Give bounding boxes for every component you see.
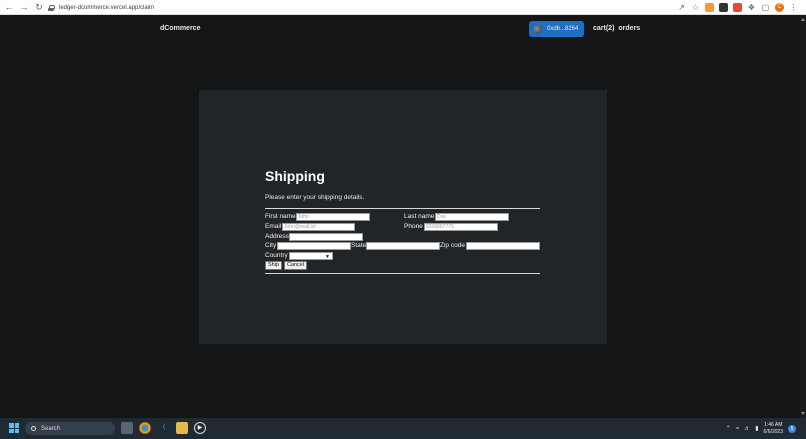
brand-logo-text[interactable]: dCommerce — [160, 25, 200, 32]
volume-icon[interactable]: ♬ — [744, 426, 750, 432]
clock[interactable]: 1:46 AM 6/6/2023 — [764, 422, 783, 436]
taskbar: Search ⟨ ▶ ⌃ ≈ ♬ ▮ 1:46 AM 6/6/2023 5 — [0, 418, 806, 439]
city-input[interactable] — [277, 242, 351, 250]
country-label: Country — [265, 252, 288, 259]
address-label: Address — [265, 233, 289, 240]
divider — [265, 208, 540, 209]
chevron-down-icon: ▼ — [325, 254, 330, 260]
wallet-button[interactable]: 0xdb...8264 — [529, 21, 584, 37]
extension-icon[interactable] — [719, 3, 728, 12]
metamask-extension-icon[interactable] — [705, 3, 714, 12]
email-input[interactable] — [282, 223, 355, 231]
back-icon[interactable]: ← — [3, 1, 15, 13]
phone-label: Phone — [404, 223, 423, 230]
orders-link[interactable]: orders — [618, 25, 640, 32]
scroll-down-icon[interactable] — [801, 412, 805, 415]
puzzle-extensions-icon[interactable]: ❖ — [747, 3, 756, 12]
state-input[interactable] — [366, 242, 440, 250]
wallet-address: 0xdb...8264 — [547, 26, 579, 32]
wifi-icon[interactable]: ≈ — [736, 426, 739, 432]
city-label: City — [265, 242, 277, 249]
chevron-up-icon[interactable]: ⌃ — [726, 425, 731, 432]
address-input[interactable] — [289, 233, 363, 241]
first-name-input[interactable] — [296, 213, 370, 221]
lock-icon — [48, 4, 55, 11]
address-bar-url[interactable]: ledger-dcommerce.vercel.app/claim — [59, 5, 154, 11]
file-explorer-app-icon[interactable] — [176, 422, 188, 434]
side-panel-icon[interactable]: ▢ — [761, 3, 770, 12]
chrome-app-icon[interactable] — [139, 422, 151, 434]
vscode-app-icon[interactable]: ⟨ — [158, 422, 170, 434]
email-label: Email — [265, 223, 282, 230]
browser-toolbar: ← → ↻ ledger-dcommerce.vercel.app/claim … — [0, 0, 806, 15]
divider — [265, 273, 540, 274]
kebab-menu-icon[interactable]: ⋮ — [789, 3, 798, 12]
extension-icon[interactable] — [733, 3, 742, 12]
clock-time: 1:46 AM — [764, 421, 783, 428]
country-select[interactable]: ▼ — [289, 252, 333, 260]
zip-code-input[interactable] — [466, 242, 540, 250]
phone-input[interactable] — [424, 223, 498, 231]
first-name-label: First name — [265, 213, 296, 220]
system-tray: ⌃ ≈ ♬ ▮ 1:46 AM 6/6/2023 5 — [726, 421, 796, 436]
reload-icon[interactable]: ↻ — [33, 1, 45, 13]
zip-code-label: Zip code — [440, 242, 465, 249]
ship-button[interactable]: Ship — [265, 261, 282, 270]
wallet-avatar-icon — [533, 24, 542, 34]
bookmark-star-icon[interactable]: ☆ — [691, 3, 700, 12]
clock-date: 6/6/2023 — [763, 428, 783, 435]
search-icon — [31, 426, 36, 431]
battery-icon[interactable]: ▮ — [755, 425, 758, 432]
taskbar-search-label: Search — [41, 425, 61, 432]
cancel-button[interactable]: Cancel — [284, 261, 307, 270]
page-scrollbar[interactable] — [800, 15, 806, 418]
profile-avatar[interactable]: C — [775, 3, 784, 12]
last-name-input[interactable] — [435, 213, 509, 221]
last-name-label: Last name — [404, 213, 435, 220]
notification-badge[interactable]: 5 — [788, 424, 796, 433]
browser-toolbar-right: ↗ ☆ ❖ ▢ C ⋮ — [677, 2, 798, 13]
cart-link[interactable]: cart(2) — [593, 25, 614, 32]
top-nav: cart(2) orders — [593, 25, 640, 32]
state-label: State — [351, 242, 367, 249]
page-subtitle: Please enter your shipping details. — [265, 194, 365, 201]
media-player-app-icon[interactable]: ▶ — [194, 422, 206, 434]
forward-icon[interactable]: → — [18, 1, 30, 13]
share-icon[interactable]: ↗ — [677, 3, 686, 12]
address-bar[interactable]: ledger-dcommerce.vercel.app/claim — [48, 2, 154, 13]
taskbar-search[interactable]: Search — [25, 422, 115, 435]
shipping-card: Shipping Please enter your shipping deta… — [199, 90, 607, 344]
file-manager-app-icon[interactable] — [121, 422, 133, 434]
page-title: Shipping — [265, 168, 325, 184]
windows-start-icon[interactable] — [9, 423, 19, 433]
scroll-up-icon[interactable] — [801, 18, 805, 21]
